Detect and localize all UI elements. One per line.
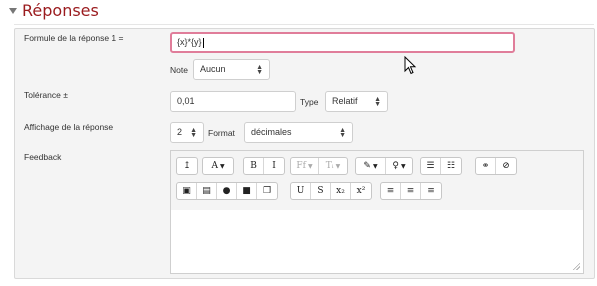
unordered-list-icon: ☰ (426, 161, 435, 171)
image-icon: ▣ (182, 186, 191, 196)
align-left-button[interactable]: ≡ (381, 183, 401, 199)
ordered-list-icon: ☷ (446, 161, 456, 171)
select-arrow-icon: ▲ ▼ (190, 127, 197, 139)
collapse-toolbar-icon: ↥ (183, 161, 191, 171)
video-icon: ■ (242, 186, 251, 196)
font-size-button[interactable]: Tᵢ ▼ (319, 158, 347, 174)
display-value: 2 (177, 127, 183, 137)
brush-button[interactable]: ✎ ▼ (356, 158, 386, 174)
tolerance-input[interactable]: 0,01 (170, 91, 296, 112)
dropdown-arrow-icon: ▼ (307, 162, 313, 170)
font-color-icon: A (211, 161, 218, 171)
font-size-icon: Tᵢ (325, 161, 334, 171)
mouse-pointer-icon (404, 56, 417, 75)
dropdown-arrow-icon: ▼ (400, 162, 406, 170)
brush-icon: ✎ (363, 161, 371, 171)
dropdown-arrow-icon: ▼ (335, 162, 341, 170)
strikethrough-icon: S (317, 186, 324, 196)
underline-icon: U (296, 186, 305, 196)
lightbulb-icon: ♀ (392, 161, 399, 171)
display-label: Affichage de la réponse (24, 122, 114, 132)
answer-formula-label: Formule de la réponse 1 = (24, 33, 124, 43)
grade-label: Note (170, 65, 188, 75)
toolbar-group: ⚭ ⊘ (475, 157, 517, 175)
resize-handle-icon[interactable] (572, 262, 580, 270)
section-header[interactable]: Réponses (0, 0, 597, 26)
feedback-label: Feedback (24, 152, 62, 162)
answer-formula-value: {x}*{y} (177, 37, 202, 47)
microphone-icon: ● (222, 186, 231, 196)
underline-button[interactable]: U (291, 183, 311, 199)
divider (14, 24, 594, 25)
italic-icon: I (272, 161, 276, 171)
superscript-icon: x² (356, 186, 366, 196)
ordered-list-button[interactable]: ☷ (441, 158, 461, 174)
bold-button[interactable]: B (244, 158, 264, 174)
format-select[interactable]: décimales ▲ ▼ (244, 122, 353, 143)
copy-button[interactable]: ❐ (257, 183, 277, 199)
toolbar-group: ☰ ☷ (420, 157, 462, 175)
video-button[interactable]: ■ (237, 183, 257, 199)
section-title[interactable]: Réponses (22, 1, 99, 20)
toolbar-group: ≡ ≡ ≡ (380, 182, 442, 200)
collapse-toolbar-button[interactable]: ↥ (177, 158, 197, 174)
subscript-icon: x₂ (336, 186, 345, 196)
feedback-text-area[interactable] (171, 210, 583, 273)
select-arrow-icon: ▲ ▼ (339, 127, 346, 139)
format-label: Format (208, 128, 235, 138)
tolerance-label: Tolérance ± (24, 90, 68, 100)
text-caret (202, 37, 204, 48)
lightbulb-button[interactable]: ♀ ▼ (386, 158, 412, 174)
toolbar-group: BI (243, 157, 285, 175)
tolerance-type-label: Type (300, 97, 319, 107)
link-icon: ⚭ (481, 161, 490, 171)
toolbar-group: A ▼ (202, 157, 234, 175)
align-right-button[interactable]: ≡ (421, 183, 441, 199)
superscript-button[interactable]: x² (351, 183, 371, 199)
align-center-icon: ≡ (406, 186, 415, 196)
italic-button[interactable]: I (264, 158, 284, 174)
select-arrow-icon: ▲ ▼ (256, 64, 263, 76)
font-family-icon: Ff (296, 161, 306, 171)
tolerance-type-value: Relatif (332, 96, 358, 106)
font-color-button[interactable]: A ▼ (203, 158, 233, 174)
feedback-editor: ↥ A ▼ B I Ff ▼ Tᵢ ▼ ✎ ▼ ♀ ▼ ☰ ☷ ⚭ ⊘ ▣ ▤ ● ■ ❐ U Sx₂ x² ≡ ≡ ≡ (170, 150, 584, 274)
display-select[interactable]: 2 ▲ ▼ (170, 122, 204, 143)
grade-select[interactable]: Aucun ▲ ▼ (193, 59, 270, 80)
unordered-list-button[interactable]: ☰ (421, 158, 441, 174)
select-arrow-icon: ▲ ▼ (374, 96, 381, 108)
document-icon: ▤ (202, 186, 211, 196)
tolerance-type-select[interactable]: Relatif ▲ ▼ (325, 91, 388, 112)
align-center-button[interactable]: ≡ (401, 183, 421, 199)
editor-toolbar: ↥ A ▼ B I Ff ▼ Tᵢ ▼ ✎ ▼ ♀ ▼ ☰ ☷ ⚭ ⊘ ▣ ▤ ● ■ ❐ U Sx₂ x² ≡ ≡ ≡ (171, 151, 583, 211)
strikethrough-button[interactable]: S (311, 183, 331, 199)
subscript-button[interactable]: x₂ (331, 183, 351, 199)
document-button[interactable]: ▤ (197, 183, 217, 199)
image-button[interactable]: ▣ (177, 183, 197, 199)
align-right-icon: ≡ (427, 186, 435, 196)
format-value: décimales (251, 127, 292, 137)
dropdown-arrow-icon: ▼ (372, 162, 378, 170)
toolbar-group: ▣ ▤ ● ■ ❐ (176, 182, 278, 200)
toolbar-group: ✎ ▼ ♀ ▼ (355, 157, 413, 175)
bold-icon: B (250, 161, 257, 171)
toolbar-group: ↥ (176, 157, 198, 175)
answers-fieldset: Formule de la réponse 1 = {x}*{y} Note A… (14, 28, 595, 279)
unlink-button[interactable]: ⊘ (496, 158, 516, 174)
grade-value: Aucun (200, 64, 226, 74)
toolbar-group: U Sx₂ x² (290, 182, 372, 200)
toolbar-group: Ff ▼ Tᵢ ▼ (290, 157, 348, 175)
font-family-button[interactable]: Ff ▼ (291, 158, 319, 174)
answer-formula-input[interactable]: {x}*{y} (170, 32, 515, 53)
dropdown-arrow-icon: ▼ (219, 162, 225, 170)
link-button[interactable]: ⚭ (476, 158, 496, 174)
unlink-icon: ⊘ (502, 161, 510, 171)
align-left-icon: ≡ (386, 186, 395, 196)
copy-icon: ❐ (262, 186, 272, 196)
caret-down-icon[interactable] (9, 8, 17, 14)
microphone-button[interactable]: ● (217, 183, 237, 199)
